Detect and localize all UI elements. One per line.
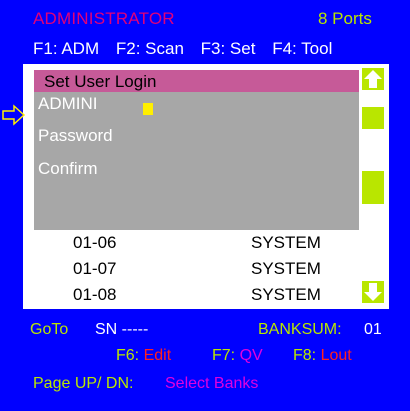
- function-key-bar: F1: ADM F2: Scan F3: Set F4: Tool: [33, 39, 344, 59]
- port-count: 8 Ports: [318, 9, 372, 28]
- port-name[interactable]: SYSTEM: [251, 285, 321, 305]
- f7-action-label: QV: [239, 347, 263, 364]
- port-name[interactable]: SYSTEM: [251, 259, 321, 279]
- page-title: ADMINISTRATOR: [33, 9, 175, 28]
- scroll-down-button[interactable]: [362, 281, 384, 303]
- scrollbar-segment[interactable]: [362, 171, 384, 204]
- banksum-value: 01: [364, 321, 382, 338]
- scrollbar-thumb[interactable]: [362, 107, 384, 129]
- select-banks-label: Select Banks: [165, 375, 259, 392]
- f8-lout-key[interactable]: F8: Lout: [293, 347, 352, 365]
- sn-field[interactable]: SN -----: [95, 321, 148, 339]
- port-number[interactable]: 01-07: [73, 259, 116, 279]
- port-number[interactable]: 01-06: [73, 233, 116, 253]
- f7-qv-key[interactable]: F7: QV: [212, 347, 263, 365]
- f4-tool-key[interactable]: F4: Tool: [272, 39, 332, 58]
- set-user-login-dialog: Set User Login ADMINI Password Confirm: [34, 70, 359, 230]
- arrow-up-icon: [364, 70, 382, 88]
- f6-edit-key[interactable]: F6: Edit: [116, 347, 171, 365]
- goto-label[interactable]: GoTo: [30, 321, 68, 339]
- password-field[interactable]: Password: [38, 126, 113, 146]
- banksum-label: BANKSUM:: [258, 321, 342, 338]
- f6-key-label: F6:: [116, 347, 140, 364]
- f2-scan-key[interactable]: F2: Scan: [116, 39, 184, 58]
- port-name[interactable]: SYSTEM: [251, 233, 321, 253]
- f8-action-label: Lout: [320, 347, 352, 364]
- f3-set-key[interactable]: F3: Set: [201, 39, 256, 58]
- confirm-field[interactable]: Confirm: [38, 159, 98, 179]
- f1-adm-key[interactable]: F1: ADM: [33, 39, 99, 58]
- text-cursor-block: [143, 103, 153, 115]
- dialog-header: Set User Login: [34, 70, 359, 92]
- scroll-up-button[interactable]: [362, 68, 384, 90]
- f8-key-label: F8:: [293, 347, 317, 364]
- f6-action-label: Edit: [143, 347, 172, 364]
- username-field[interactable]: ADMINI: [38, 94, 98, 114]
- page-updn-label[interactable]: Page UP/ DN:: [33, 375, 133, 393]
- port-number[interactable]: 01-08: [73, 285, 116, 305]
- pointer-arrow-icon: [2, 104, 26, 126]
- arrow-down-icon: [364, 283, 382, 301]
- f7-key-label: F7:: [212, 347, 236, 364]
- dialog-title: Set User Login: [44, 72, 157, 91]
- osd-screen: ADMINISTRATOR 8 Ports F1: ADM F2: Scan F…: [0, 0, 410, 411]
